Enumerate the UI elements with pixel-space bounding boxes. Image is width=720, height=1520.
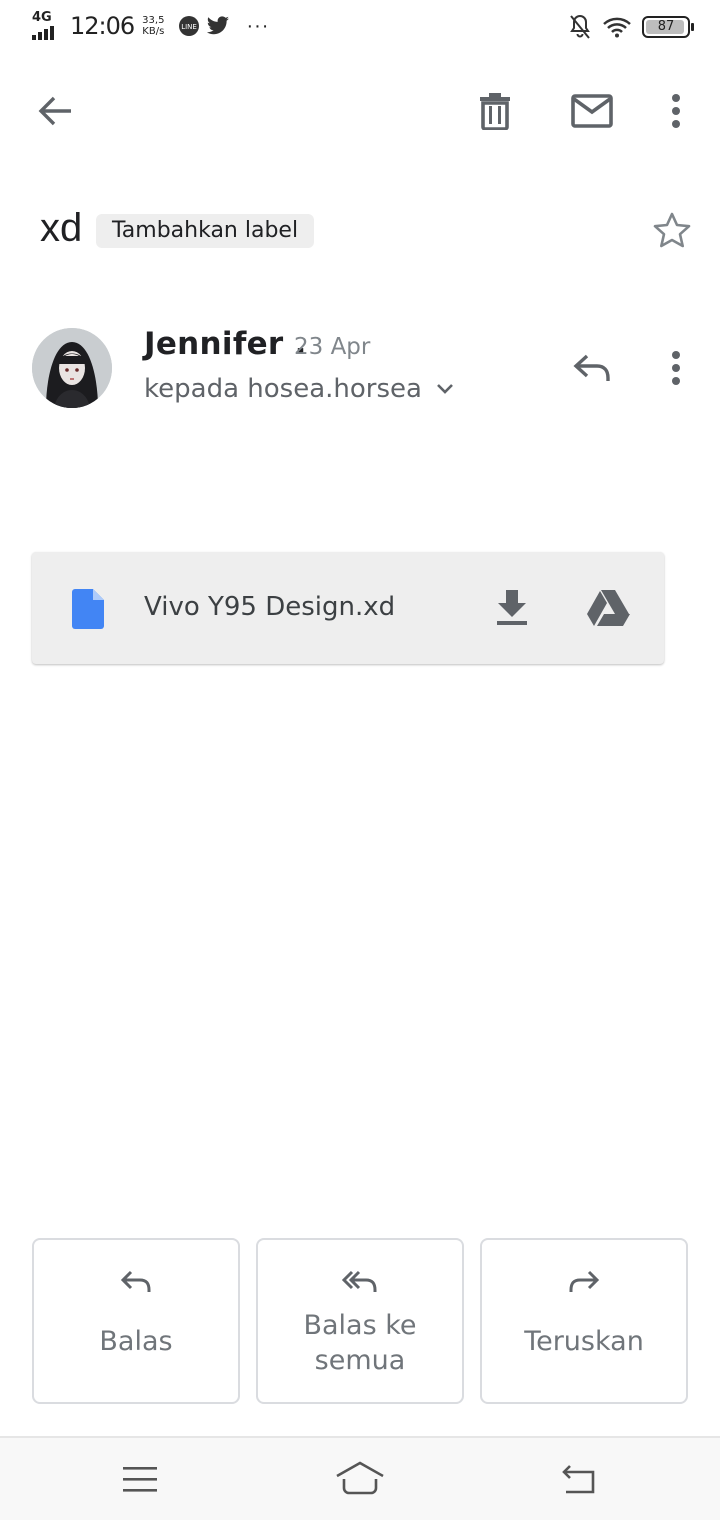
reply-all-action-button[interactable]: Balas ke semua [256, 1238, 464, 1404]
reply-action-icon-wrap [34, 1270, 238, 1310]
network-speed: 33,5 KB/s [142, 15, 164, 37]
star-icon [653, 212, 691, 248]
attachment-card[interactable]: Vivo Y95 Design.xd [32, 552, 664, 664]
forward-action-icon-wrap [482, 1270, 686, 1310]
more-vert-icon [672, 94, 680, 128]
status-left: 4G 12:06 33,5 KB/s LINE ··· [32, 10, 270, 40]
email-subject: xd [40, 206, 83, 250]
add-label-chip[interactable]: Tambahkan label [96, 214, 315, 248]
network-type: 4G [32, 10, 52, 25]
wifi-icon [603, 17, 631, 38]
app-bar [0, 70, 720, 152]
status-right: 87 [568, 14, 694, 40]
delete-button[interactable] [464, 80, 526, 142]
avatar-illustration [32, 328, 112, 408]
forward-icon [569, 1270, 600, 1292]
system-back-button[interactable] [550, 1452, 610, 1506]
subject-row: xd Tambahkan label [40, 206, 700, 256]
twitter-icon [207, 16, 230, 35]
recipient-details-toggle[interactable]: kepada hosea.horsea [144, 374, 454, 404]
sender-name: Jennifer . [144, 326, 307, 362]
do-not-disturb-bell-icon [570, 14, 590, 39]
speed-unit: KB/s [142, 26, 165, 37]
chevron-down-icon [437, 384, 453, 394]
svg-text:LINE: LINE [182, 23, 198, 31]
google-drive-icon [587, 590, 630, 626]
sender-row: Jennifer . 23 Apr kepada hosea.horsea [32, 326, 692, 410]
more-notifications-indicator: ··· [246, 14, 270, 37]
reply-label: Balas [99, 1326, 173, 1357]
save-to-drive-button[interactable] [578, 580, 638, 636]
star-button[interactable] [644, 206, 700, 254]
battery-level: 87 [657, 19, 675, 34]
speed-value: 33,5 [142, 15, 165, 26]
download-icon [497, 590, 527, 625]
reply-actions: Balas Balas ke semua Teruskan [32, 1238, 688, 1404]
home-icon [336, 1461, 384, 1495]
file-icon [72, 589, 104, 629]
status-bar: 4G 12:06 33,5 KB/s LINE ··· 87 [0, 0, 720, 56]
message-date: 23 Apr [294, 334, 371, 360]
recipient-text: kepada hosea.horsea [144, 374, 422, 404]
reply-all-action-icon-wrap [258, 1270, 462, 1310]
download-button[interactable] [486, 582, 538, 634]
reply-button[interactable] [562, 340, 622, 396]
reply-all-label-line2: semua [314, 1345, 406, 1376]
menu-icon [123, 1467, 157, 1492]
reply-all-label-line1: Balas ke [303, 1310, 417, 1341]
reply-icon [573, 354, 610, 381]
delete-icon [480, 93, 510, 130]
message-more-button[interactable] [650, 340, 702, 396]
more-options-button[interactable] [650, 80, 702, 142]
back-button[interactable] [24, 80, 86, 142]
mark-unread-icon [571, 94, 613, 128]
mark-unread-button[interactable] [560, 80, 624, 142]
clock: 12:06 [70, 12, 135, 40]
network-signal-icon: 4G [32, 10, 60, 40]
reply-all-icon [342, 1270, 377, 1292]
more-vert-icon [672, 351, 680, 385]
back-icon [562, 1465, 595, 1494]
attachment-file-name: Vivo Y95 Design.xd [144, 592, 396, 622]
reply-action-button[interactable]: Balas [32, 1238, 240, 1404]
battery-icon: 87 [642, 16, 694, 38]
recent-apps-button[interactable] [110, 1452, 170, 1506]
signal-bars [32, 26, 54, 40]
sender-avatar[interactable] [32, 328, 112, 408]
reply-icon [120, 1270, 151, 1292]
notification-icons: LINE [178, 15, 230, 37]
home-button[interactable] [328, 1450, 392, 1506]
back-arrow-icon [38, 96, 71, 126]
forward-label: Teruskan [524, 1326, 644, 1357]
forward-action-button[interactable]: Teruskan [480, 1238, 688, 1404]
system-navigation-bar [0, 1436, 720, 1520]
line-icon: LINE [179, 16, 200, 36]
